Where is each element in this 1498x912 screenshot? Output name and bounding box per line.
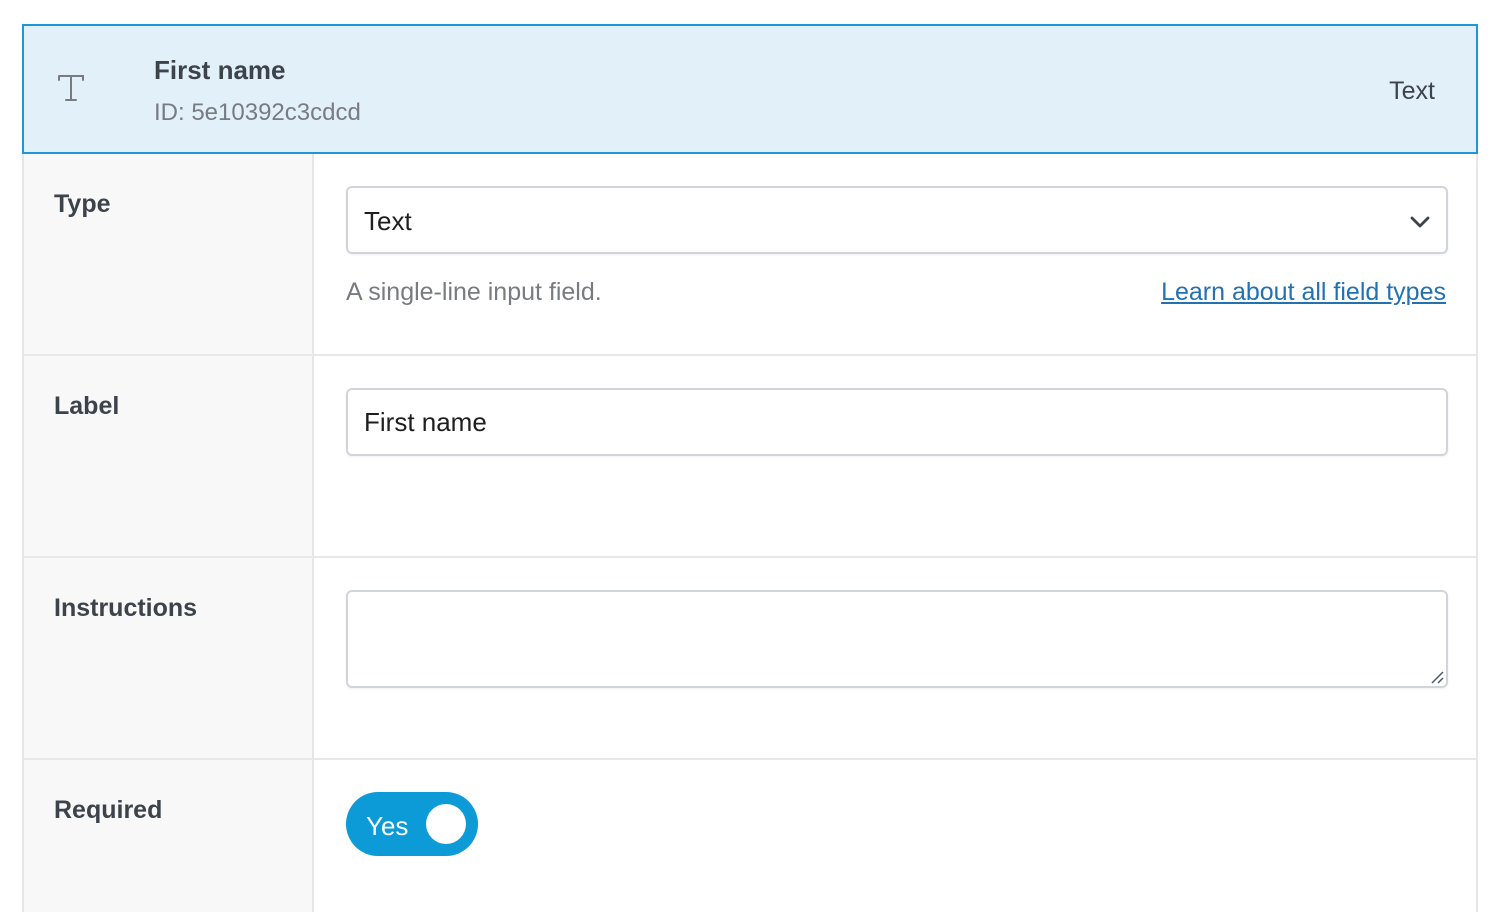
instructions-content-cell [316,558,1476,758]
required-label-cell: Required [24,760,314,912]
learn-field-types-link[interactable]: Learn about all field types [1161,278,1446,307]
type-description: A single-line input field. [346,278,602,306]
required-toggle[interactable]: Yes [346,792,478,856]
field-settings-panel: First name ID: 5e10392c3cdcd Text Type T… [22,24,1478,912]
type-row: Type Text A single-line input field. Lea… [24,154,1476,356]
instructions-textarea[interactable] [346,590,1448,688]
label-label-cell: Label [24,356,314,556]
instructions-label: Instructions [54,594,198,622]
settings-rows: Type Text A single-line input field. Lea… [22,154,1478,912]
label-row: Label [24,356,1476,558]
toggle-label: Yes [366,811,409,841]
type-content-cell: Text A single-line input field. Learn ab… [316,154,1476,354]
instructions-label-cell: Instructions [24,558,314,758]
label-input[interactable] [346,388,1448,456]
field-header[interactable]: First name ID: 5e10392c3cdcd Text [22,24,1478,154]
text-type-icon [58,75,84,101]
type-select[interactable]: Text [346,186,1448,254]
field-title: First name [154,55,286,85]
type-label-cell: Type [24,154,314,354]
chevron-down-icon [1410,216,1430,228]
type-select-value: Text [364,206,412,236]
required-label: Required [54,796,163,824]
field-id: ID: 5e10392c3cdcd [154,99,361,126]
type-label: Type [54,190,111,218]
label-content-cell [316,356,1476,556]
resize-grip-icon[interactable] [1428,668,1444,684]
required-row: Required Yes [24,760,1476,912]
toggle-knob [426,804,466,844]
label-label: Label [54,392,120,420]
field-type-badge: Text [1389,77,1435,105]
instructions-row: Instructions [24,558,1476,760]
required-content-cell: Yes [316,760,1476,912]
